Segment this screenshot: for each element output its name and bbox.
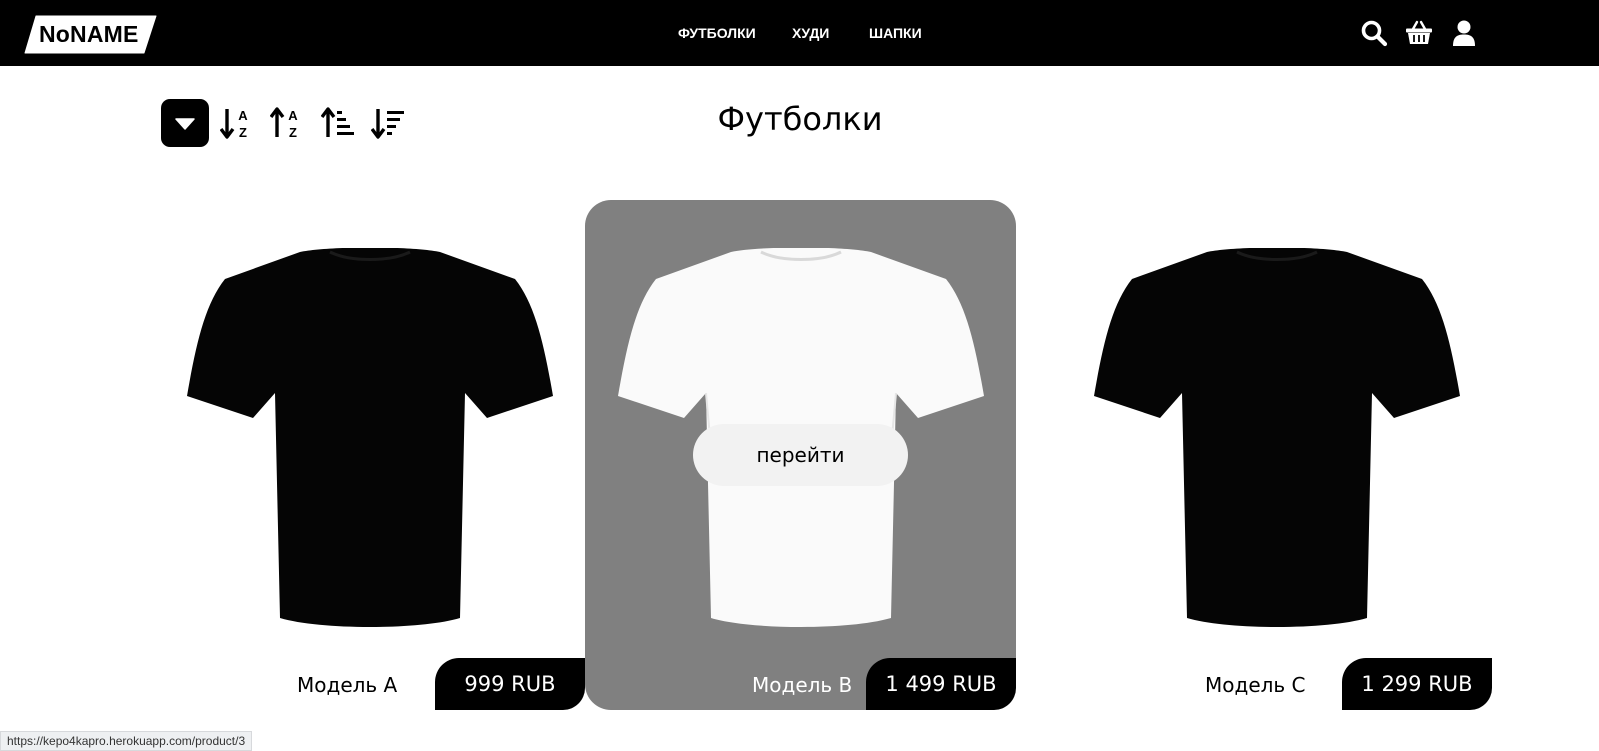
price-badge[interactable]: 1 299 RUB [1342,658,1492,710]
svg-text:A: A [238,108,248,123]
user-icon[interactable] [1450,19,1478,47]
basket-icon[interactable] [1405,19,1433,47]
sort-amount-down-icon[interactable] [370,105,405,141]
nav-item-hoodies[interactable]: ХУДИ [792,25,829,41]
nav-item-hats[interactable]: ШАПКИ [869,25,922,41]
search-icon[interactable] [1360,19,1388,47]
dropdown-caret-icon [175,118,195,130]
goto-product-button[interactable]: перейти [693,424,908,486]
price-badge[interactable]: 999 RUB [435,658,585,710]
page-title: Футболки [717,100,883,138]
sort-alpha-up-icon[interactable]: A Z [269,105,304,141]
svg-text:A: A [288,108,298,123]
price-badge[interactable]: 1 499 RUB [866,658,1016,710]
product-card-hover[interactable]: перейти Модель B 1 499 RUB [585,200,1016,710]
tshirt-image [187,248,553,627]
sort-amount-up-icon[interactable] [320,105,355,141]
header-bar: NoNAME ФУТБОЛКИ ХУДИ ШАПКИ [0,0,1599,66]
svg-text:Z: Z [239,125,247,140]
status-bar-url: https://kepo4kapro.herokuapp.com/product… [0,731,253,751]
sort-alpha-down-icon[interactable]: A Z [219,105,254,141]
tshirt-image [1094,248,1460,627]
product-card[interactable]: Модель C 1 299 RUB [1061,200,1492,710]
product-name: Модель C [1205,673,1306,697]
sort-dropdown-button[interactable] [161,99,209,147]
product-card[interactable]: Модель A 999 RUB [154,200,585,710]
product-name: Модель B [752,673,853,697]
product-name: Модель A [297,673,398,697]
svg-text:Z: Z [289,125,297,140]
nav-item-tshirts[interactable]: ФУТБОЛКИ [678,25,756,41]
